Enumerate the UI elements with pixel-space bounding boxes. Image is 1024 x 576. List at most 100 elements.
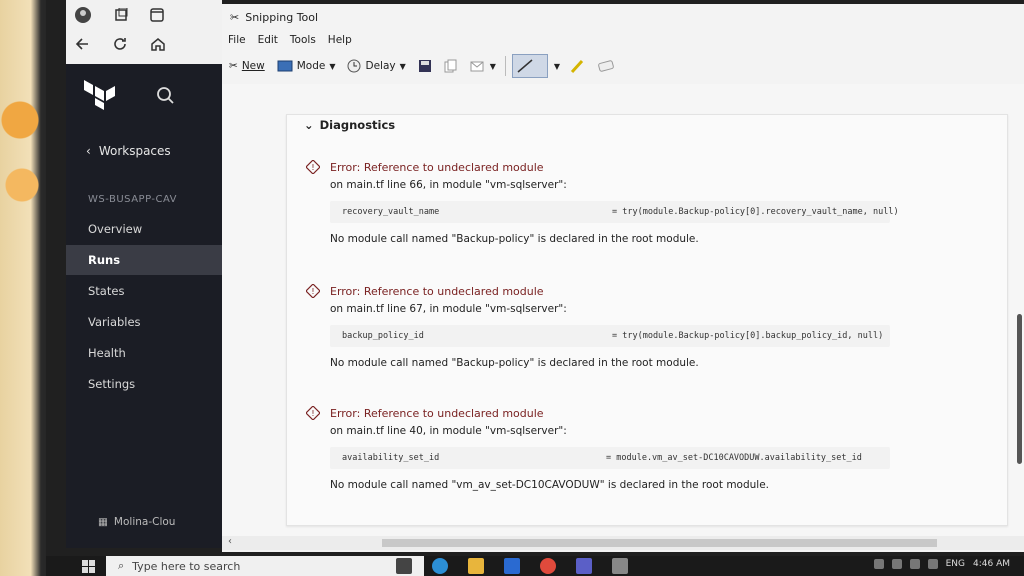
pen-button[interactable] [511, 54, 548, 78]
file-explorer-icon[interactable] [468, 558, 484, 574]
error-title-row: ! Error: Reference to undeclared module [306, 284, 990, 298]
diagnostic-error: ! Error: Reference to undeclared module … [306, 406, 990, 491]
error-message: No module call named "vm_av_set-DC10CAVO… [330, 479, 770, 491]
error-message: No module call named "Backup-policy" is … [330, 233, 699, 245]
new-snip-button[interactable]: ✂ New [226, 55, 268, 77]
mode-label: Mode [296, 60, 326, 72]
mail-icon[interactable] [504, 558, 520, 574]
tray-app-icon[interactable] [873, 559, 884, 569]
windows-start-icon[interactable] [82, 560, 96, 574]
organization-switcher[interactable]: ▦ Molina-Clou [98, 516, 175, 528]
language-indicator[interactable]: ENG [946, 559, 965, 569]
rectangle-mode-icon [277, 60, 293, 72]
nav-item-settings[interactable]: Settings [66, 369, 222, 399]
home-icon[interactable] [150, 36, 166, 52]
vertical-scrollbar[interactable] [1017, 314, 1022, 464]
eraser-button[interactable] [594, 55, 618, 77]
window-title: ✂ Snipping Tool [230, 11, 318, 24]
back-arrow-icon[interactable] [74, 36, 90, 52]
menu-help[interactable]: Help [328, 34, 352, 46]
scissors-icon: ✂ [229, 60, 238, 72]
snipping-tool-window: ✂ Snipping Tool File Edit Tools Help ✂ N… [222, 4, 1024, 552]
code-expression: = try(module.Backup-policy[0].backup_pol… [612, 331, 884, 341]
caret-down-icon: ▼ [329, 61, 336, 71]
highlighter-icon [570, 59, 584, 74]
error-title-row: ! Error: Reference to undeclared module [306, 160, 990, 174]
copy-button[interactable] [441, 55, 461, 77]
error-title-row: ! Error: Reference to undeclared module [306, 406, 990, 420]
chevron-down-icon: ⌄ [304, 118, 314, 132]
snip-canvas: ⌄ Diagnostics ! Error: Reference to unde… [222, 84, 1024, 536]
pen-caret-down-icon[interactable]: ▼ [554, 62, 560, 71]
taskbar-apps [396, 558, 628, 574]
caret-down-icon: ▼ [489, 61, 496, 71]
refresh-icon[interactable] [112, 36, 128, 52]
error-location: on main.tf line 40, in module "vm-sqlser… [330, 425, 567, 437]
error-warning-icon: ! [306, 284, 320, 298]
mode-button[interactable]: Mode ▼ [274, 55, 339, 77]
save-snip-button[interactable] [415, 55, 435, 77]
menu-file[interactable]: File [228, 34, 246, 46]
diagnostics-title: Diagnostics [319, 118, 396, 132]
snipping-tool-taskbar-icon[interactable] [612, 558, 628, 574]
copy-icon [444, 59, 457, 73]
tray-app-icon[interactable] [909, 559, 920, 569]
error-title: Error: Reference to undeclared module [330, 406, 544, 420]
browser-toolbar [66, 0, 222, 64]
clock-icon [347, 59, 361, 73]
organization-name: Molina-Clou [113, 516, 176, 528]
taskbar-search-box[interactable]: ⌕ Type here to search [106, 556, 424, 576]
diagnostic-error: ! Error: Reference to undeclared module … [306, 160, 990, 245]
task-view-icon[interactable] [396, 558, 412, 574]
svg-text:!: ! [311, 409, 314, 418]
error-location: on main.tf line 67, in module "vm-sqlser… [330, 303, 567, 315]
tab-actions-icon[interactable] [150, 8, 164, 22]
workspaces-label: Workspaces [98, 144, 171, 158]
error-warning-icon: ! [306, 406, 320, 420]
caret-down-icon: ▼ [399, 61, 406, 71]
send-snip-button[interactable]: ▼ [467, 55, 499, 77]
svg-text:!: ! [311, 163, 314, 172]
menu-bar: File Edit Tools Help [228, 34, 352, 46]
nav-item-health[interactable]: Health [66, 338, 222, 368]
search-icon: ⌕ [118, 559, 125, 572]
edge-icon[interactable] [432, 558, 448, 574]
teams-icon[interactable] [576, 558, 592, 574]
scrollbar-thumb[interactable] [382, 539, 937, 547]
flower-decoration [0, 90, 44, 210]
diagnostics-header[interactable]: ⌄ Diagnostics [304, 118, 395, 132]
tray-app-icon[interactable] [891, 559, 902, 569]
workspaces-icon[interactable] [114, 8, 128, 22]
profile-avatar-icon[interactable] [74, 6, 92, 24]
nav-item-runs[interactable]: Runs [66, 245, 222, 275]
clock[interactable]: 4:46 AM [973, 559, 1010, 569]
nav-item-states[interactable]: States [66, 276, 222, 306]
save-icon [418, 60, 431, 72]
windows-taskbar: ⌕ Type here to search ENG 4:46 AM [46, 556, 1024, 576]
delay-button[interactable]: Delay ▼ [344, 55, 408, 77]
nav-item-overview[interactable]: Overview [66, 214, 222, 244]
chrome-icon[interactable] [540, 558, 556, 574]
code-snippet: backup_policy_id = try(module.Backup-pol… [330, 325, 890, 347]
error-message: No module call named "Backup-policy" is … [330, 357, 699, 369]
code-attribute: backup_policy_id [342, 331, 424, 341]
workspace-nav: Overview Runs States Variables Health Se… [66, 214, 222, 400]
code-snippet: availability_set_id = module.vm_av_set-D… [330, 447, 890, 469]
volume-icon[interactable] [927, 559, 938, 569]
code-snippet: recovery_vault_name = try(module.Backup-… [330, 201, 899, 223]
scroll-left-icon[interactable]: ‹ [228, 536, 232, 547]
workspaces-back-link[interactable]: ‹ Workspaces [86, 144, 171, 158]
menu-edit[interactable]: Edit [258, 34, 278, 46]
scissors-icon: ✂ [230, 11, 240, 24]
highlighter-button[interactable] [566, 55, 588, 77]
terraform-sidebar: ‹ Workspaces WS-BUSAPP-CAV Overview Runs … [66, 64, 222, 548]
terraform-logo-icon[interactable] [82, 76, 116, 110]
eraser-icon [598, 60, 614, 72]
menu-tools[interactable]: Tools [290, 34, 316, 46]
pen-icon [517, 59, 533, 73]
horizontal-scrollbar[interactable]: ‹ [222, 536, 1024, 550]
nav-item-variables[interactable]: Variables [66, 307, 222, 337]
search-icon[interactable] [156, 86, 174, 109]
new-label: New [241, 60, 265, 72]
window-title-text: Snipping Tool [245, 11, 319, 24]
